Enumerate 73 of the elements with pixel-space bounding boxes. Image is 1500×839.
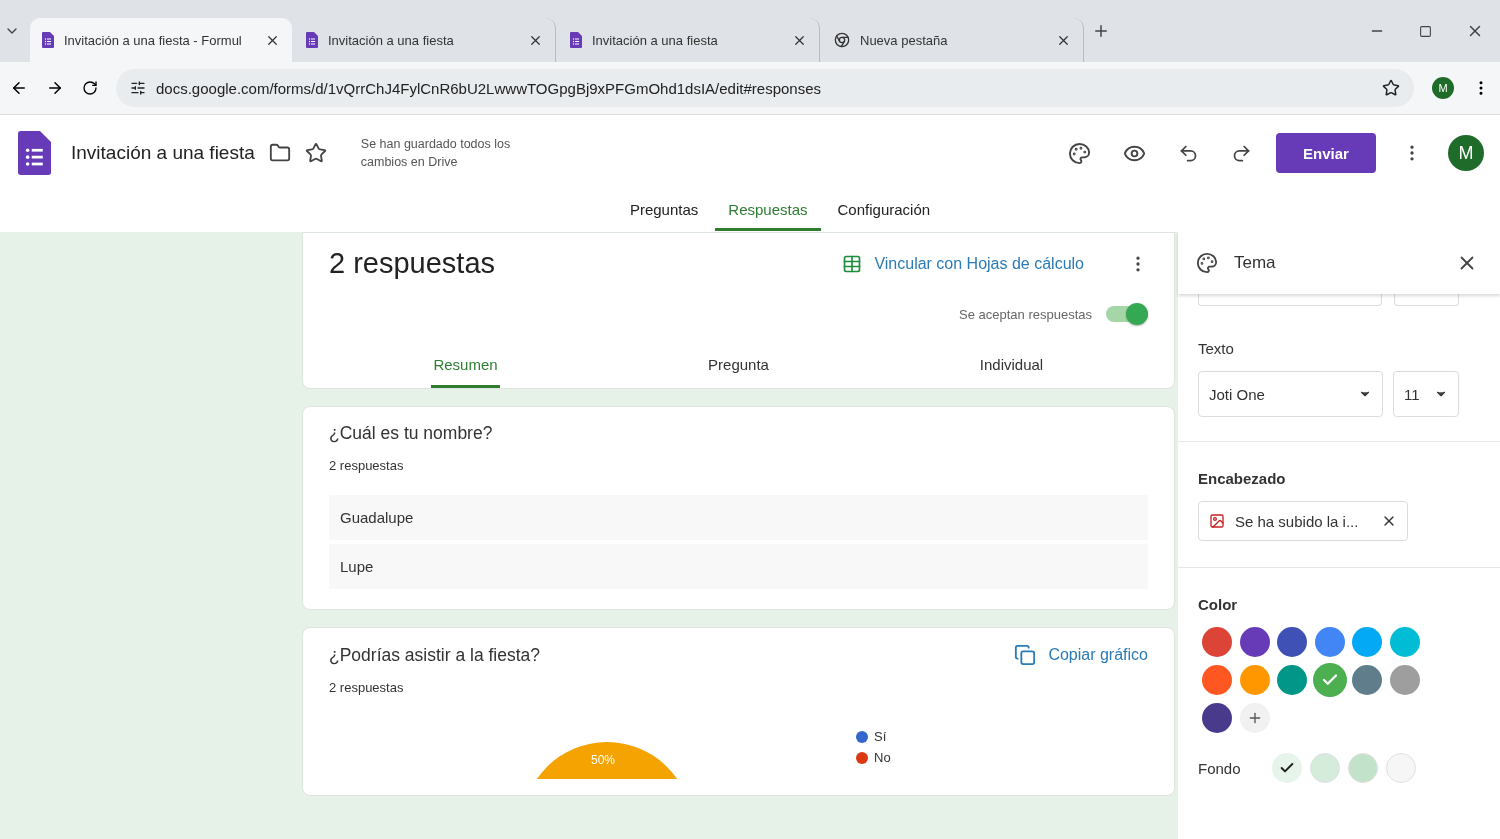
legend-label: No [874,750,891,765]
background-swatch[interactable] [1310,753,1340,783]
view-tab[interactable]: Pregunta [706,350,771,388]
form-tab[interactable]: Preguntas [616,191,712,231]
text-label: Texto [1198,340,1235,357]
color-swatch[interactable] [1277,665,1307,695]
save-status: Se han guardado todos los cambios en Drive [360,136,512,171]
answer-row: Lupe [329,544,1148,589]
select-field[interactable] [1198,294,1382,306]
address-bar[interactable]: docs.google.com/forms/d/1vQrrChJ4FylCnR6bU2LwwwTOGpgBj9xPFGmOhd1dsIA/edit#responses [116,69,1414,107]
image-icon [1209,513,1225,529]
forward-icon[interactable] [46,79,64,97]
answer-count: 2 respuestas [329,458,405,473]
palette-icon[interactable] [1068,141,1091,165]
answer-count: 2 respuestas [329,680,405,695]
font-select[interactable]: Joti One [1198,371,1383,417]
color-swatch[interactable] [1202,703,1232,733]
slice-label: 50% [591,753,616,767]
back-icon[interactable] [10,79,28,97]
color-swatch[interactable] [1314,627,1345,657]
restore-icon[interactable] [1419,24,1432,38]
forms-icon [306,32,318,48]
response-count: 2 respuestas [329,247,497,280]
add-color-button[interactable] [1239,703,1270,733]
palette-icon [1196,252,1218,274]
forms-icon [570,32,582,48]
background-swatch[interactable] [1272,753,1302,783]
background-label: Fondo [1198,759,1242,777]
star-icon[interactable] [304,142,327,164]
forms-icon [18,131,51,175]
accepting-toggle[interactable] [1106,306,1148,322]
reload-icon[interactable] [82,80,98,96]
header-image-chip[interactable]: Se ha subido la i... [1198,501,1408,541]
color-label: Color [1198,596,1239,613]
sheets-link[interactable]: Vincular con Hojas de cálculo [842,253,1084,274]
view-tab[interactable]: Resumen [431,350,500,388]
account-avatar[interactable]: M [1448,135,1484,171]
color-swatch[interactable] [1352,665,1382,695]
color-swatch[interactable] [1202,665,1232,695]
bookmark-star-icon[interactable] [1382,79,1400,97]
form-tab[interactable]: Configuración [824,191,944,231]
select-field[interactable] [1394,294,1459,306]
color-swatch[interactable] [1202,627,1232,657]
background-swatch[interactable] [1348,753,1378,783]
legend-label: Sí [874,729,887,744]
browser-logo-icon [834,32,850,48]
question-title: ¿Cuál es tu nombre? [329,423,494,444]
color-swatch[interactable] [1352,627,1382,657]
color-swatch[interactable] [1239,665,1270,695]
folder-icon[interactable] [268,142,291,164]
view-tab[interactable]: Individual [977,350,1046,388]
send-button[interactable]: Enviar [1276,133,1376,173]
question-title: ¿Podrías asistir a la fiesta? [329,644,542,666]
background-swatch[interactable] [1386,753,1416,783]
accepting-label: Se aceptan respuestas [959,306,1092,322]
new-tab-button[interactable] [1092,22,1110,40]
browser-tab[interactable]: Invitación a una fiesta - Formul [30,18,292,62]
profile-avatar[interactable]: M [1432,77,1454,99]
copy-chart-link[interactable]: Copiar gráfico [1014,644,1148,666]
header-label: Encabezado [1198,470,1287,487]
color-swatch[interactable] [1312,663,1347,697]
site-settings-icon[interactable] [130,80,146,96]
color-swatch[interactable] [1389,627,1420,657]
spreadsheet-icon [842,253,863,274]
color-swatch[interactable] [1239,627,1270,657]
answer-row: Guadalupe [329,495,1148,540]
copy-icon [1014,644,1037,666]
form-title: Invitación a una fiesta [71,142,255,164]
color-swatch[interactable] [1277,627,1307,657]
panel-title: Tema [1234,253,1277,273]
size-select[interactable]: 11 [1393,371,1459,417]
forms-icon [42,32,54,48]
color-swatch[interactable] [1389,665,1420,695]
